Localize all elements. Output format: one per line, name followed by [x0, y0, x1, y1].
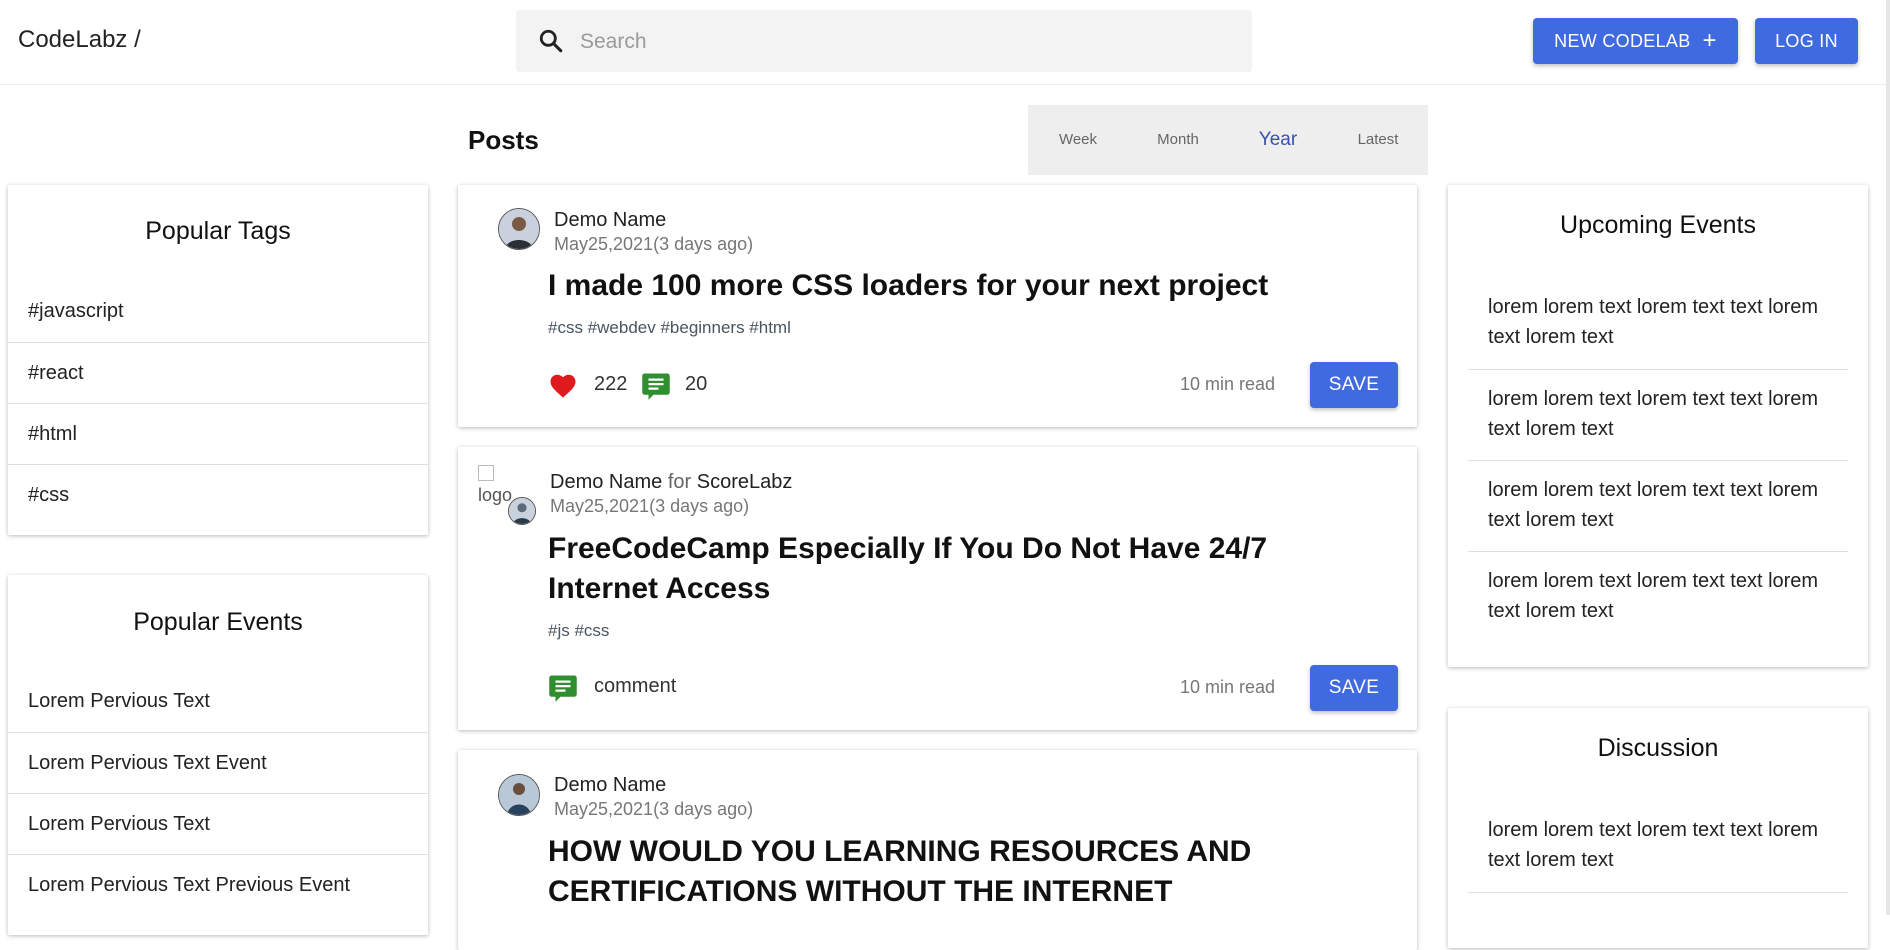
- post-title[interactable]: HOW WOULD YOU LEARNING RESOURCES AND CER…: [548, 832, 1251, 912]
- popular-events-title: Popular Events: [133, 608, 303, 636]
- event-text-line: lorem lorem text lorem text text lorem: [1488, 388, 1819, 410]
- login-button[interactable]: LOG IN: [1755, 18, 1858, 64]
- upcoming-event-item[interactable]: lorem lorem text lorem text text lorem t…: [1468, 551, 1848, 642]
- author-avatar[interactable]: [498, 774, 540, 816]
- org-name[interactable]: ScoreLabz: [697, 471, 793, 493]
- brand-logo[interactable]: CodeLabz /: [18, 26, 141, 54]
- upcoming-events-card: Upcoming Events lorem lorem text lorem t…: [1448, 185, 1868, 667]
- user-photo-icon: [509, 498, 535, 524]
- user-photo-icon: [499, 775, 539, 815]
- post-card[interactable]: logo Demo Name for ScoreLabz May25,2021(…: [458, 447, 1417, 730]
- post-date: May25,2021(3 days ago): [554, 799, 754, 819]
- post-title[interactable]: I made 100 more CSS loaders for your nex…: [548, 266, 1268, 306]
- popular-tags-card: Popular Tags #javascript #react #html #c…: [8, 185, 428, 535]
- comment-icon[interactable]: [548, 673, 578, 703]
- post-date: May25,2021(3 days ago): [550, 496, 750, 516]
- author-name[interactable]: Demo Name: [554, 774, 666, 797]
- event-item[interactable]: Lorem Pervious Text: [8, 793, 428, 854]
- heart-icon[interactable]: [548, 371, 578, 401]
- posts-title: Posts: [468, 125, 539, 155]
- upcoming-event-item[interactable]: lorem lorem text lorem text text lorem t…: [1468, 460, 1848, 551]
- post-date: May25,2021(3 days ago): [554, 234, 754, 254]
- org-logo-alt: logo: [478, 485, 513, 505]
- event-text-line: text lorem text: [1488, 509, 1614, 531]
- read-time: 10 min read: [1180, 374, 1276, 394]
- new-codelab-label: NEW CODELAB: [1554, 30, 1691, 51]
- author-avatar[interactable]: [508, 497, 536, 525]
- upcoming-event-item[interactable]: lorem lorem text lorem text text lorem t…: [1468, 278, 1848, 369]
- event-text-line: lorem lorem text lorem text text lorem: [1488, 570, 1819, 592]
- author-name[interactable]: Demo Name: [550, 471, 662, 493]
- upcoming-events-title: Upcoming Events: [1560, 211, 1756, 239]
- discussion-title: Discussion: [1597, 734, 1719, 762]
- post-card[interactable]: Demo Name May25,2021(3 days ago) I made …: [458, 185, 1417, 427]
- tab-year[interactable]: Year: [1228, 105, 1328, 175]
- save-button[interactable]: SAVE: [1310, 665, 1398, 711]
- post-card[interactable]: Demo Name May25,2021(3 days ago) HOW WOU…: [458, 750, 1417, 950]
- upcoming-event-item[interactable]: lorem lorem text lorem text text lorem t…: [1468, 369, 1848, 460]
- tag-item[interactable]: #html: [8, 403, 428, 464]
- event-item[interactable]: Lorem Pervious Text Event: [8, 732, 428, 793]
- time-filter-tabs: Week Month Year Latest: [1028, 105, 1428, 175]
- discussion-item[interactable]: lorem lorem text lorem text text lorem t…: [1468, 801, 1848, 892]
- save-button[interactable]: SAVE: [1310, 362, 1398, 408]
- post-title-line: FreeCodeCamp Especially If You Do Not Ha…: [548, 532, 1268, 565]
- event-text-line: lorem lorem text lorem text text lorem: [1488, 479, 1819, 501]
- broken-image-icon: [478, 465, 494, 481]
- author-avatar[interactable]: [498, 208, 540, 250]
- post-title-line: CERTIFICATIONS WITHOUT THE INTERNET: [548, 875, 1173, 908]
- event-item[interactable]: Lorem Pervious Text: [8, 671, 428, 732]
- like-count: 222: [594, 373, 628, 395]
- user-photo-icon: [499, 209, 539, 249]
- tab-latest[interactable]: Latest: [1328, 105, 1428, 175]
- tab-month[interactable]: Month: [1128, 105, 1228, 175]
- scrollbar[interactable]: [1886, 0, 1890, 915]
- search-icon: [539, 29, 563, 53]
- tab-week[interactable]: Week: [1028, 105, 1128, 175]
- for-label: for: [667, 471, 692, 493]
- discussion-text-line: lorem lorem text lorem text text lorem: [1488, 819, 1819, 841]
- post-title-line: Internet Access: [548, 572, 771, 605]
- discussion-card: Discussion lorem lorem text lorem text t…: [1448, 708, 1868, 948]
- post-title-line: HOW WOULD YOU LEARNING RESOURCES AND: [548, 835, 1252, 868]
- event-text-line: text lorem text: [1488, 600, 1614, 622]
- post-title[interactable]: FreeCodeCamp Especially If You Do Not Ha…: [548, 529, 1267, 609]
- tag-item[interactable]: #react: [8, 342, 428, 403]
- post-tags[interactable]: #js #css: [548, 621, 609, 641]
- event-text-line: lorem lorem text lorem text text lorem: [1488, 296, 1819, 318]
- top-app-bar: CodeLabz / NEW CODELAB + LOG IN: [0, 0, 1890, 85]
- popular-events-card: Popular Events Lorem Pervious Text Lorem…: [8, 575, 428, 935]
- tag-item[interactable]: #css: [8, 464, 428, 525]
- search-bar[interactable]: [516, 10, 1252, 72]
- author-name[interactable]: Demo Name: [554, 209, 666, 232]
- author-line: Demo Name for ScoreLabz: [550, 471, 792, 494]
- post-tags[interactable]: #css #webdev #beginners #html: [548, 318, 791, 338]
- event-text-line: text lorem text: [1488, 418, 1614, 440]
- new-codelab-button[interactable]: NEW CODELAB +: [1533, 18, 1738, 64]
- tag-item[interactable]: #javascript: [8, 281, 428, 342]
- plus-icon: +: [1702, 27, 1717, 54]
- discussion-item[interactable]: [1468, 892, 1848, 932]
- read-time: 10 min read: [1180, 677, 1276, 697]
- event-item[interactable]: Lorem Pervious Text Previous Event: [8, 854, 428, 915]
- discussion-text-line: text lorem text: [1488, 849, 1614, 871]
- search-input[interactable]: [578, 24, 1222, 60]
- event-text-line: text lorem text: [1488, 326, 1614, 348]
- popular-tags-title: Popular Tags: [145, 217, 291, 245]
- comment-count: 20: [685, 373, 708, 395]
- org-logo[interactable]: logo: [478, 465, 512, 505]
- comment-icon[interactable]: [641, 371, 671, 401]
- comment-label[interactable]: comment: [594, 675, 676, 698]
